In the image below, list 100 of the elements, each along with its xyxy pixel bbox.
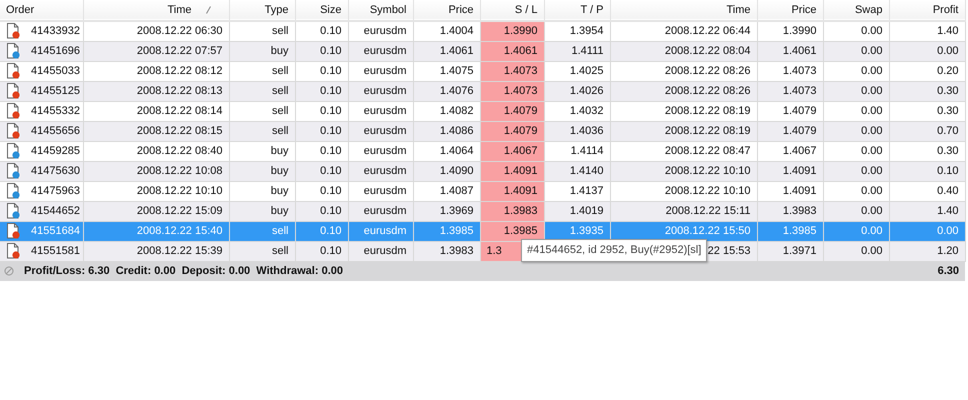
tooltip: #41544652, id 2952, Buy(#2952)[sl] — [521, 239, 708, 262]
order-row[interactable]: 41433932 2008.12.22 06:30 sell 0.10 eurusdm 1.4004 1.3990 1.3954 2008.12.22 06:44 1.3990 0.00 1.40 — [0, 21, 965, 41]
order-row[interactable]: 41455125 2008.12.22 08:13 sell 0.10 eurusdm 1.4076 1.4073 1.4026 2008.12.22 08:26 1.4073 0.00 0.30 — [0, 81, 965, 101]
column-header[interactable]: T / P — [544, 0, 610, 21]
column-header[interactable]: Order — [0, 0, 83, 21]
table-cell: 2008.12.22 08:04 — [610, 41, 757, 61]
table-cell: 1.4075 — [413, 61, 480, 81]
order-number: 41455332 — [31, 104, 80, 119]
table-cell: 1.4025 — [544, 61, 610, 81]
table-cell: 0.10 — [295, 21, 348, 41]
order-icon — [6, 143, 21, 159]
table-cell: 1.4073 — [757, 81, 823, 101]
table-cell: 1.4087 — [413, 181, 480, 201]
order-row[interactable]: 41455033 2008.12.22 08:12 sell 0.10 eurusdm 1.4075 1.4073 1.4025 2008.12.22 08:26 1.4073 0.00 0.20 — [0, 61, 965, 81]
order-icon — [6, 43, 21, 59]
column-header[interactable]: Price — [413, 0, 480, 21]
table-cell: 1.4061 — [413, 41, 480, 61]
table-cell: 0.30 — [889, 141, 965, 161]
table-cell: 2008.12.22 08:40 — [83, 141, 229, 161]
table-cell: 0.20 — [889, 61, 965, 81]
table-cell: 2008.12.22 10:10 — [610, 181, 757, 201]
column-header[interactable]: Symbol — [348, 0, 413, 21]
table-cell: eurusdm — [348, 81, 413, 101]
table-cell: 1.4140 — [544, 161, 610, 181]
table-cell: 0.00 — [823, 121, 889, 141]
table-cell: 1.4036 — [544, 121, 610, 141]
table-cell: 2008.12.22 06:30 — [83, 21, 229, 41]
table-cell: 1.4079 — [757, 121, 823, 141]
table-cell: 1.3985 — [413, 221, 480, 241]
table-cell: 0.00 — [823, 241, 889, 261]
column-header[interactable]: Time — [83, 0, 229, 21]
order-row[interactable]: 41451696 2008.12.22 07:57 buy 0.10 eurusdm 1.4061 1.4061 1.4111 2008.12.22 08:04 1.4061 0.00 0.00 — [0, 41, 965, 61]
table-cell: 0.00 — [823, 21, 889, 41]
table-cell: 0.10 — [295, 121, 348, 141]
order-icon — [6, 23, 21, 40]
table-cell: eurusdm — [348, 101, 413, 121]
table-cell: 0.10 — [889, 161, 965, 181]
table-cell: 1.3990 — [757, 21, 823, 41]
column-header[interactable]: Time — [610, 0, 757, 21]
table-cell: 0.40 — [889, 181, 965, 201]
table-cell: 2008.12.22 08:19 — [610, 101, 757, 121]
table-cell: 1.4073 — [757, 61, 823, 81]
order-number: 41455125 — [31, 84, 80, 99]
order-number: 41455656 — [31, 124, 80, 139]
column-header[interactable]: Profit — [889, 0, 965, 21]
table-cell: 2008.12.22 15:09 — [83, 201, 229, 221]
order-row[interactable]: 41544652 2008.12.22 15:09 buy 0.10 eurusdm 1.3969 1.3983 1.4019 2008.12.22 15:11 1.3983 0.00 1.40 — [0, 201, 965, 221]
table-cell: 0.00 — [889, 41, 965, 61]
table-cell: 1.4079 — [757, 101, 823, 121]
table-cell: buy — [229, 141, 295, 161]
table-cell: 2008.12.22 10:10 — [610, 161, 757, 181]
table-cell: 1.4067 — [480, 141, 544, 161]
table-cell: 2008.12.22 08:15 — [83, 121, 229, 141]
column-header[interactable]: S / L — [480, 0, 544, 21]
table-cell: 2008.12.22 10:10 — [83, 181, 229, 201]
table-cell: 0.00 — [823, 141, 889, 161]
order-icon — [6, 203, 21, 219]
column-header[interactable]: Type — [229, 0, 295, 21]
order-number: 41551581 — [31, 244, 80, 259]
table-cell: 1.3983 — [413, 241, 480, 261]
order-row[interactable]: 41459285 2008.12.22 08:40 buy 0.10 eurusdm 1.4064 1.4067 1.4114 2008.12.22 08:47 1.4067 0.00 0.30 — [0, 141, 965, 161]
table-cell: 1.20 — [889, 241, 965, 261]
table-cell: 1.4076 — [413, 81, 480, 101]
table-cell: 2008.12.22 07:57 — [83, 41, 229, 61]
table-cell: 0.10 — [295, 141, 348, 161]
table-cell: 1.4137 — [544, 181, 610, 201]
order-number: 41459285 — [31, 144, 80, 159]
table-cell: 1.40 — [889, 201, 965, 221]
order-row[interactable]: 41551684 2008.12.22 15:40 sell 0.10 eurusdm 1.3985 1.3985 1.3935 2008.12.22 15:50 1.3985 0.00 0.00 — [0, 221, 965, 241]
table-cell: 0.30 — [889, 101, 965, 121]
order-number: 41433932 — [31, 24, 80, 39]
table-cell: buy — [229, 161, 295, 181]
table-cell: 1.3954 — [544, 21, 610, 41]
table-cell: buy — [229, 41, 295, 61]
table-cell: 1.4114 — [544, 141, 610, 161]
order-icon — [6, 163, 21, 179]
column-header[interactable]: Size — [295, 0, 348, 21]
table-cell: 1.4091 — [757, 161, 823, 181]
column-header[interactable]: Price — [757, 0, 823, 21]
table-cell: 0.10 — [295, 161, 348, 181]
table-cell: 0.10 — [295, 241, 348, 261]
table-cell: 2008.12.22 08:26 — [610, 81, 757, 101]
table-cell: 2008.12.22 08:26 — [610, 61, 757, 81]
table-cell: 0.30 — [889, 81, 965, 101]
table-cell: 0.10 — [295, 221, 348, 241]
table-cell: 0.00 — [823, 101, 889, 121]
order-row[interactable]: 41455656 2008.12.22 08:15 sell 0.10 eurusdm 1.4086 1.4079 1.4036 2008.12.22 08:19 1.4079 0.00 0.70 — [0, 121, 965, 141]
table-cell: sell — [229, 121, 295, 141]
column-header[interactable]: Swap — [823, 0, 889, 21]
table-cell: 1.4067 — [757, 141, 823, 161]
order-row[interactable]: 41455332 2008.12.22 08:14 sell 0.10 eurusdm 1.4082 1.4079 1.4032 2008.12.22 08:19 1.4079 0.00 0.30 — [0, 101, 965, 121]
table-cell: 0.00 — [823, 201, 889, 221]
table-cell: 1.4032 — [544, 101, 610, 121]
table-cell: 2008.12.22 08:12 — [83, 61, 229, 81]
table-cell: sell — [229, 221, 295, 241]
table-cell: 1.3983 — [757, 201, 823, 221]
order-icon — [6, 243, 21, 259]
table-cell: 0.10 — [295, 81, 348, 101]
order-row[interactable]: 41475963 2008.12.22 10:10 buy 0.10 eurusdm 1.4087 1.4091 1.4137 2008.12.22 10:10 1.4091 0.00 0.40 — [0, 181, 965, 201]
order-row[interactable]: 41475630 2008.12.22 10:08 buy 0.10 eurusdm 1.4090 1.4091 1.4140 2008.12.22 10:10 1.4091 0.00 0.10 — [0, 161, 965, 181]
